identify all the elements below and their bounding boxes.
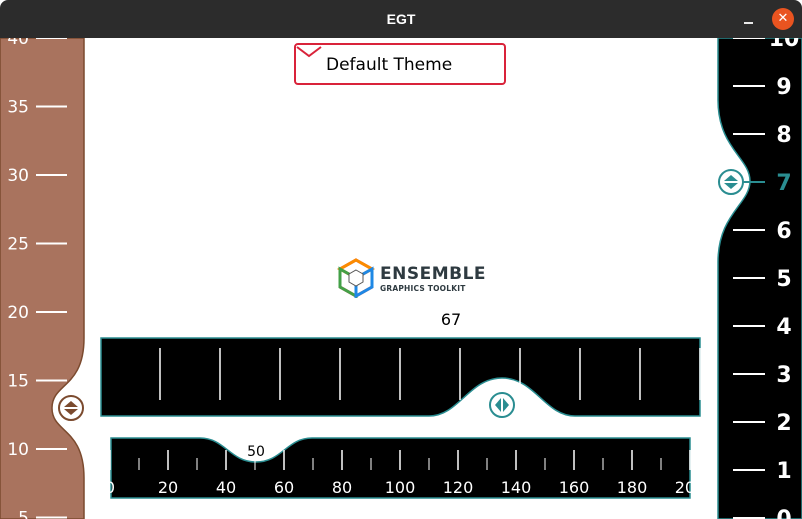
window-title: EGT <box>386 11 416 27</box>
left-slider-handle[interactable] <box>58 395 84 421</box>
right-tick-label-9: 1 <box>776 459 791 484</box>
theme-combobox[interactable]: Default Theme <box>294 43 506 85</box>
left-tick-label-7: 5 <box>18 509 29 519</box>
bottom-tick-label-10: 200 <box>675 478 706 497</box>
right-tick-label-6: 4 <box>776 315 791 340</box>
right-tick-label-7: 3 <box>776 363 791 388</box>
left-vertical-slider[interactable]: 40 35 30 25 20 15 10 5 <box>0 38 85 519</box>
left-tick-label-4: 20 <box>7 303 29 323</box>
top-slider-value: 67 <box>441 310 461 329</box>
top-slider-handle[interactable] <box>489 392 515 418</box>
bottom-tick-label-0: 0 <box>105 478 115 497</box>
bottom-tick-label-5: 100 <box>385 478 416 497</box>
theme-combobox-value: Default Theme <box>326 55 453 75</box>
right-tick-label-5: 5 <box>776 267 791 292</box>
left-tick-label-1: 35 <box>7 98 29 118</box>
bottom-tick-label-1: 20 <box>158 478 178 497</box>
bottom-tick-label-3: 60 <box>274 478 294 497</box>
left-tick-label-0: 40 <box>7 38 29 49</box>
right-vertical-slider[interactable]: 109876543210 <box>717 38 802 519</box>
bottom-tick-label-4: 80 <box>332 478 352 497</box>
left-tick-label-3: 25 <box>7 235 29 255</box>
right-tick-label-4: 6 <box>776 219 791 244</box>
bottom-tick-label-8: 160 <box>559 478 590 497</box>
left-tick-label-5: 15 <box>7 372 29 392</box>
right-tick-label-8: 2 <box>776 411 791 436</box>
close-button[interactable]: ✕ <box>772 8 794 30</box>
bottom-tick-label-2: 40 <box>216 478 236 497</box>
left-tick-label-2: 30 <box>7 166 29 186</box>
right-slider-handle[interactable] <box>718 169 744 195</box>
ensemble-logo: ENSEMBLE GRAPHICS TOOLKIT <box>336 258 486 298</box>
left-tick-label-6: 10 <box>7 440 29 460</box>
bottom-tick-label-7: 140 <box>501 478 532 497</box>
app-content: 40 35 30 25 20 15 10 5 10 9 8 7 6 5 4 3 2 1 0 <box>0 38 802 519</box>
right-tick-label-10: 0 <box>776 507 791 519</box>
chevron-down-icon[interactable] <box>296 45 322 59</box>
bottom-tick-label-9: 180 <box>617 478 648 497</box>
top-horizontal-slider[interactable] <box>100 337 701 418</box>
right-tick-label-3: 7 <box>776 171 791 196</box>
ensemble-cube-icon <box>336 258 376 298</box>
right-tick-label-2: 8 <box>776 123 791 148</box>
right-tick-label-0: 10 <box>769 38 800 52</box>
bottom-horizontal-slider[interactable]: 0 20 40 60 80 100 120 140 160 180 200 <box>105 437 706 499</box>
minimize-button[interactable] <box>740 10 758 28</box>
right-tick-label-1: 9 <box>776 75 791 100</box>
title-bar: EGT ✕ <box>0 0 802 38</box>
logo-subtitle: GRAPHICS TOOLKIT <box>380 284 466 293</box>
bottom-slider-value: 50 <box>247 444 265 460</box>
bottom-tick-label-6: 120 <box>443 478 474 497</box>
logo-wordmark: ENSEMBLE <box>380 264 487 284</box>
